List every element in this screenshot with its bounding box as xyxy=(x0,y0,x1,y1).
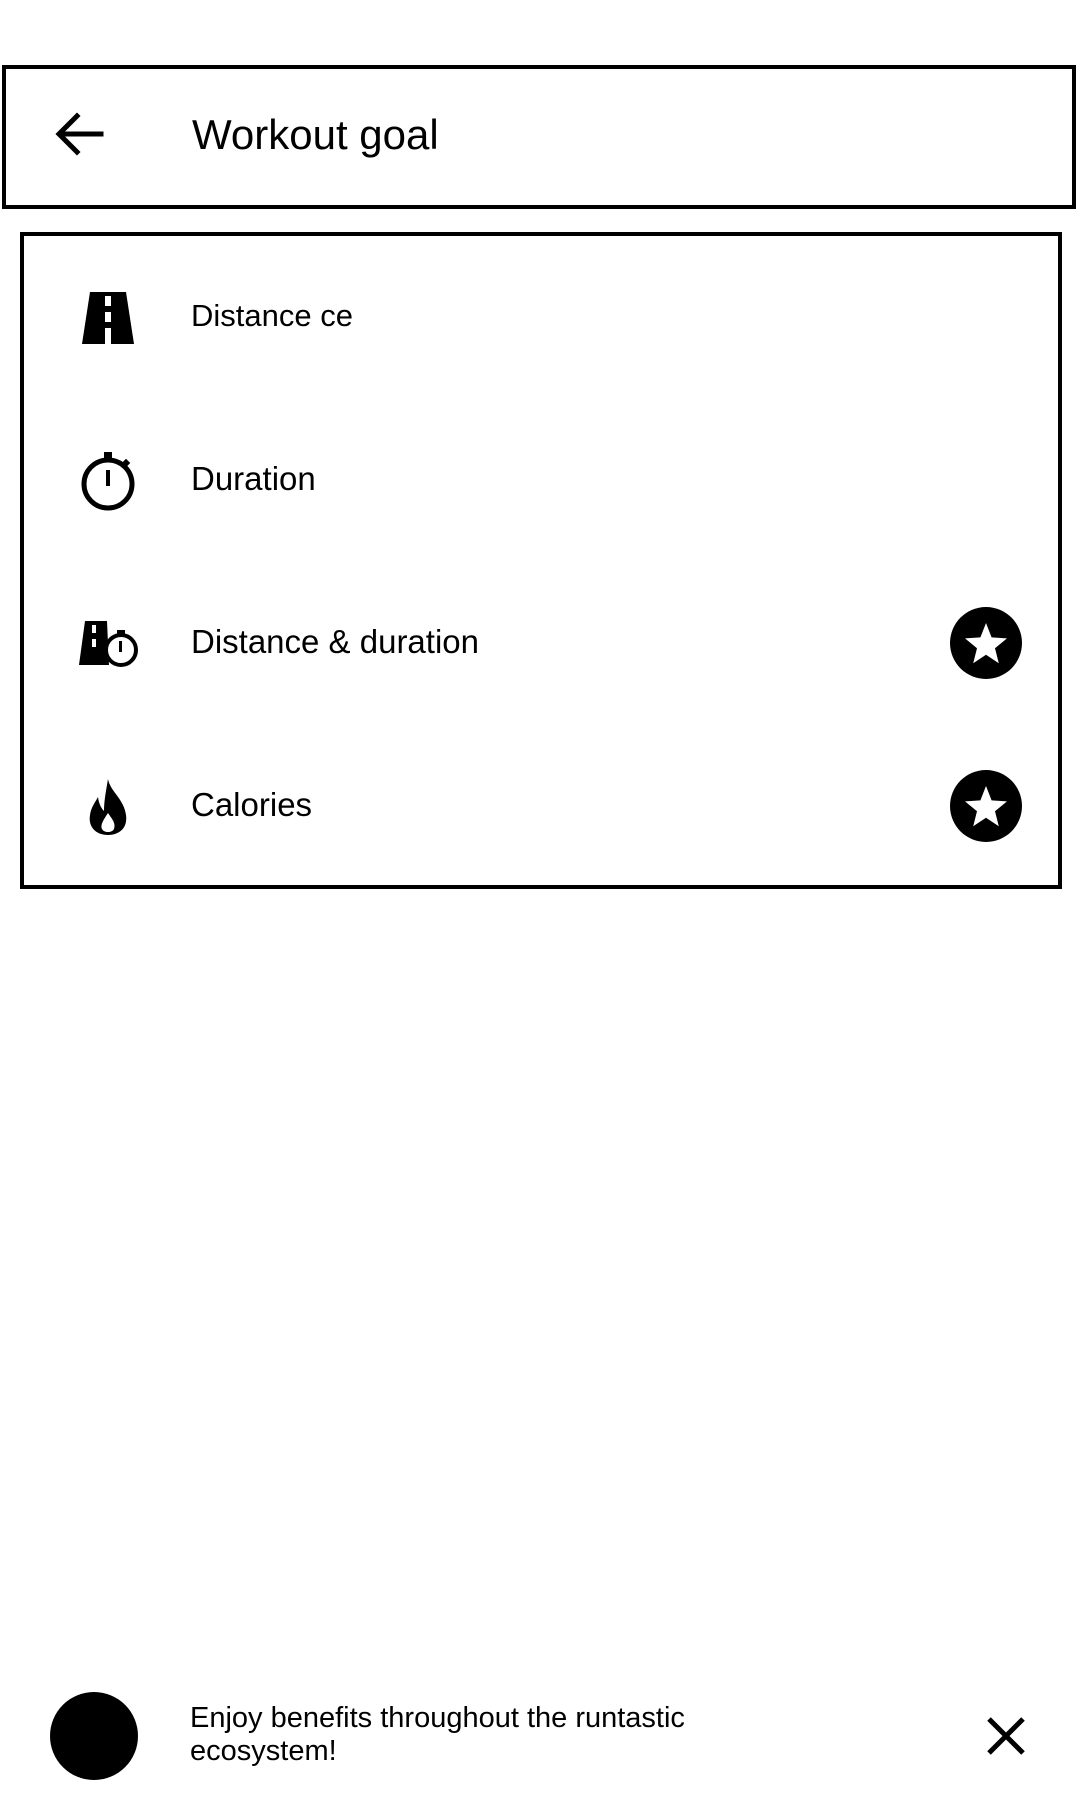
road-stopwatch-icon xyxy=(76,612,140,676)
goal-label: Distance ce xyxy=(191,298,353,333)
premium-badge[interactable] xyxy=(950,607,1022,679)
page-title: Workout goal xyxy=(192,111,439,158)
star-icon xyxy=(965,786,1007,827)
goal-label: Duration xyxy=(191,460,316,497)
goal-item-distance[interactable]: Distance ce xyxy=(24,236,1058,399)
premium-badge[interactable] xyxy=(950,770,1022,842)
goal-item-calories[interactable]: Calories xyxy=(24,725,1058,888)
goal-list: Distance ce Duration Distance & duration xyxy=(20,232,1062,889)
road-icon xyxy=(76,286,140,350)
promo-banner[interactable]: Enjoy benefits throughout the runtastic … xyxy=(0,1680,1080,1790)
stopwatch-icon xyxy=(76,449,140,513)
promo-avatar xyxy=(50,1692,138,1780)
goal-item-distance-duration[interactable]: Distance & duration xyxy=(24,562,1058,725)
goal-label: Calories xyxy=(191,786,313,823)
flame-icon xyxy=(76,775,140,839)
promo-close-button[interactable] xyxy=(980,1710,1032,1762)
goal-label: Distance & duration xyxy=(191,623,479,660)
goal-item-duration[interactable]: Duration xyxy=(24,399,1058,562)
promo-text: Enjoy benefits throughout the runtastic … xyxy=(190,1702,685,1767)
app-toolbar: Workout goal xyxy=(2,65,1076,209)
arrow-left-icon xyxy=(55,112,104,156)
close-icon xyxy=(987,1717,1025,1755)
star-icon xyxy=(965,623,1007,664)
back-button[interactable] xyxy=(44,99,114,169)
